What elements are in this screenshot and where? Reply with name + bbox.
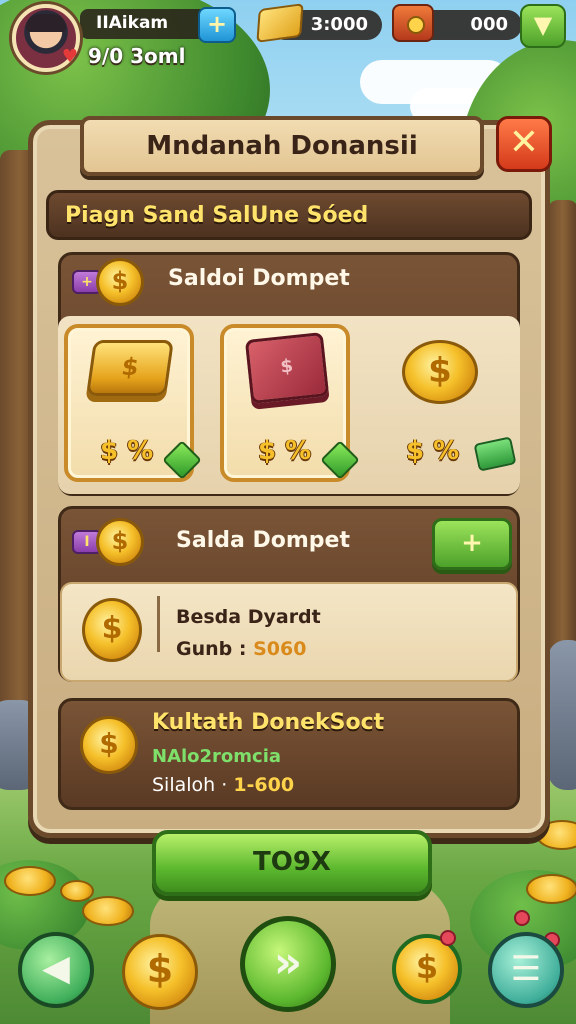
treasure-chest-icon <box>392 4 434 42</box>
panel-subtitle: Piagn Sand SalUne Sóed <box>46 190 532 240</box>
scattered-coin <box>4 866 56 896</box>
gold-bar-icon: $ <box>86 340 174 396</box>
panel-title: Mndanah Donansii <box>80 116 484 176</box>
scattered-coin <box>82 896 134 926</box>
player-name: IIAikam <box>96 13 169 33</box>
wallet-line-2-value: S060 <box>253 638 307 660</box>
back-arrow-icon: ◀ <box>42 948 70 989</box>
heart-icon: ♥ <box>61 46 78 67</box>
item-price: $ % <box>406 436 460 466</box>
player-sub-label: 9/0 3oml <box>88 44 186 68</box>
add-currency-button[interactable]: + <box>198 7 236 43</box>
gold-bar-icon <box>256 3 304 43</box>
coin-icon: $ <box>415 948 439 986</box>
wallet-line-2-label: Gunb : <box>176 638 254 660</box>
flower <box>514 910 530 926</box>
menu-button[interactable]: ☰ <box>488 932 564 1008</box>
coin-icon: $ <box>96 518 144 566</box>
coin-icon: $ <box>80 716 138 774</box>
wallet-line-2: Gunb : S060 <box>176 638 306 660</box>
wallet-line-1: Besda Dyardt <box>176 606 321 628</box>
balance-title: Saldoi Dompet <box>168 266 350 291</box>
confirm-button[interactable]: TO9X <box>152 830 432 896</box>
gold-amount: 3:000 <box>310 14 368 35</box>
rock <box>548 640 576 790</box>
close-button[interactable]: ✕ <box>496 116 552 172</box>
item-price: $ % <box>258 436 312 466</box>
donation-line-2: Silaloh · 1-600 <box>152 774 294 796</box>
player-avatar[interactable]: ♥ <box>12 4 80 72</box>
close-icon: ✕ <box>508 122 540 163</box>
shop-coin-button[interactable]: $ <box>122 934 198 1010</box>
expand-button[interactable]: ▼ <box>520 4 566 48</box>
add-wallet-button[interactable]: + <box>432 518 512 570</box>
coin-icon: $ <box>96 258 144 306</box>
next-arrow-icon: » <box>273 937 303 988</box>
scattered-coin <box>526 874 576 904</box>
item-price: $ % <box>100 436 154 466</box>
divider <box>157 596 160 652</box>
scattered-coin <box>60 880 94 902</box>
coin-icon: $ <box>146 947 174 991</box>
donation-title: Kultath DonekSoct <box>152 710 385 735</box>
coin-icon: $ <box>402 340 478 404</box>
flower-badge <box>440 930 456 946</box>
red-box-icon: $ <box>244 332 330 404</box>
coin-icon: $ <box>82 598 142 662</box>
avatar-hair <box>26 14 66 32</box>
back-button[interactable]: ◀ <box>18 932 94 1008</box>
menu-icon: ☰ <box>510 949 542 989</box>
wallet-title: Salda Dompet <box>176 528 350 553</box>
top-hud: IIAikam ♥ 9/0 3oml + 3:000 000 ▼ <box>0 0 576 80</box>
gem-amount: 000 <box>470 14 508 35</box>
donation-line-1: NAlo2romcia <box>152 746 282 767</box>
next-button[interactable]: » <box>240 916 336 1012</box>
donation-line-2-value: 1-600 <box>233 774 295 796</box>
donation-line-2-label: Silaloh · <box>152 774 234 796</box>
